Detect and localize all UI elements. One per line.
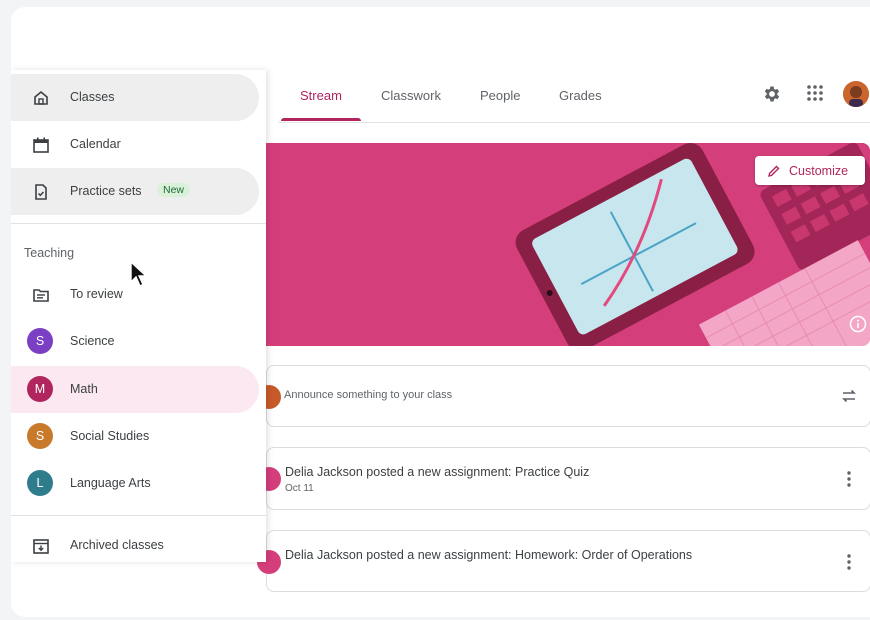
customize-label: Customize [789, 163, 849, 178]
folder-icon [33, 289, 49, 302]
sidebar-item-calendar[interactable]: Calendar [11, 121, 259, 168]
post-title[interactable]: Delia Jackson posted a new assignment: H… [285, 548, 692, 562]
drawer-divider [11, 223, 266, 224]
sidebar-item-practice-sets[interactable]: Practice sets New [11, 168, 259, 215]
drawer-divider [11, 515, 266, 516]
class-avatar: L [27, 470, 53, 496]
sidebar-item-archived[interactable]: Archived classes [11, 522, 259, 562]
sidebar-item-label: To review [70, 287, 123, 301]
active-tab-indicator [281, 118, 361, 121]
sidebar-item-label: Language Arts [70, 476, 151, 490]
calendar-icon [33, 137, 49, 153]
new-badge: New [157, 183, 191, 197]
sidebar-item-label: Classes [70, 90, 115, 104]
info-icon[interactable] [849, 315, 867, 333]
sidebar-item-label: Social Studies [70, 429, 150, 443]
home-icon [34, 90, 48, 105]
class-avatar: S [27, 423, 53, 449]
more-vert-icon[interactable] [846, 470, 852, 488]
sidebar-item-label: Math [70, 382, 98, 396]
more-vert-icon[interactable] [846, 553, 852, 571]
post-title[interactable]: Delia Jackson posted a new assignment: P… [285, 465, 589, 479]
stream-post[interactable]: Delia Jackson posted a new assignment: P… [257, 447, 870, 510]
sidebar-item-label: Practice sets [70, 184, 142, 198]
section-label-teaching: Teaching [24, 246, 75, 260]
sidebar-item-label: Science [70, 334, 115, 348]
apps-grid-icon[interactable] [806, 84, 824, 102]
class-avatar: S [27, 328, 53, 354]
tab-classwork[interactable]: Classwork [381, 88, 441, 103]
tab-people[interactable]: People [480, 88, 520, 103]
mouse-cursor-icon [130, 260, 148, 287]
stream-post[interactable]: Delia Jackson posted a new assignment: H… [257, 530, 870, 592]
customize-button[interactable]: Customize [755, 156, 865, 185]
sidebar-item-label: Archived classes [70, 538, 164, 552]
tab-grades[interactable]: Grades [559, 88, 602, 103]
sidebar-item-language-arts[interactable]: L Language Arts [11, 460, 259, 507]
archive-icon [33, 539, 49, 554]
announce-box[interactable]: Announce something to your class [257, 365, 870, 427]
pencil-icon [768, 165, 780, 177]
sidebar-item-label: Calendar [70, 137, 121, 151]
gear-icon[interactable] [762, 84, 782, 104]
class-avatar: M [27, 376, 53, 402]
practice-sets-icon [35, 184, 47, 200]
post-date: Oct 11 [285, 483, 314, 494]
classroom-window: Stream Classwork People Grades Customize… [11, 7, 870, 617]
class-banner: Customize [266, 143, 870, 346]
repost-icon[interactable] [840, 387, 858, 405]
sidebar-item-science[interactable]: S Science [11, 318, 259, 365]
announce-placeholder[interactable]: Announce something to your class [284, 389, 452, 401]
navigation-drawer: Classes Calendar Practice sets New Teach… [11, 70, 266, 562]
sidebar-item-classes[interactable]: Classes [11, 74, 259, 121]
tab-stream[interactable]: Stream [300, 88, 342, 103]
sidebar-item-math[interactable]: M Math [11, 366, 259, 413]
sidebar-item-social-studies[interactable]: S Social Studies [11, 413, 259, 460]
user-avatar[interactable] [843, 81, 869, 107]
